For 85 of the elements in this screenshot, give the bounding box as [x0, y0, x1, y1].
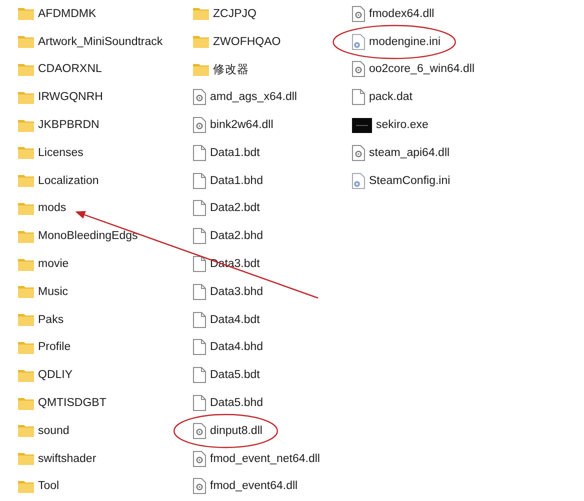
file-name[interactable]: Tool: [38, 480, 60, 492]
file-name[interactable]: ZCJPJQ: [213, 8, 256, 20]
file-name[interactable]: MonoBleedingEdgs: [38, 230, 138, 242]
folder-icon: [18, 313, 34, 326]
file-name[interactable]: pack.dat: [369, 91, 412, 104]
document-icon: [193, 144, 206, 161]
file-name[interactable]: CDAORXNL: [38, 63, 102, 76]
folder-icon: [18, 285, 34, 298]
file-name[interactable]: AFDMDMK: [38, 8, 96, 20]
file-name[interactable]: steam_api64.dll: [369, 146, 450, 159]
document-icon: [193, 200, 206, 216]
document-icon: [193, 395, 206, 412]
file-name[interactable]: Data1.bdt: [210, 146, 260, 159]
file-name[interactable]: Data4.bhd: [210, 341, 264, 354]
document-icon: [193, 172, 206, 189]
gear-document-icon: [193, 422, 206, 439]
file-name[interactable]: Data3.bhd: [210, 286, 264, 298]
file-name[interactable]: sekiro.exe: [376, 119, 428, 132]
settings-document-icon: [352, 34, 365, 50]
file-name[interactable]: Data5.bhd: [210, 397, 264, 410]
document-icon: [193, 339, 206, 356]
gear-document-icon: [352, 6, 365, 22]
folder-icon: [18, 480, 34, 493]
file-name[interactable]: sound: [38, 424, 70, 437]
file-name[interactable]: dinput8.dll: [210, 424, 262, 437]
file-name[interactable]: oo2core_6_win64.dll: [369, 63, 474, 76]
file-name[interactable]: Data2.bhd: [210, 230, 264, 242]
gear-document-icon: [352, 61, 365, 78]
folder-icon: [18, 146, 34, 160]
document-icon: [193, 367, 206, 384]
document-icon: [352, 89, 365, 106]
document-icon: [193, 284, 206, 300]
file-name[interactable]: Data1.bhd: [210, 174, 264, 187]
folder-icon: [18, 258, 34, 271]
file-name[interactable]: JKBPBRDN: [38, 119, 100, 132]
folder-icon: [18, 174, 34, 188]
file-name[interactable]: bink2w64.dll: [210, 119, 274, 132]
file-name[interactable]: Music: [38, 286, 68, 298]
gear-document-icon: [193, 478, 206, 494]
folder-icon: [18, 368, 34, 382]
folder-icon: [193, 35, 209, 48]
folder-icon: [18, 396, 34, 410]
file-name[interactable]: mods: [38, 202, 66, 214]
file-name[interactable]: Data5.bdt: [210, 369, 260, 382]
gear-document-icon: [193, 450, 206, 467]
file-name[interactable]: SteamConfig.ini: [369, 174, 450, 187]
file-name[interactable]: fmod_event_net64.dll: [210, 452, 320, 465]
document-icon: [193, 256, 206, 272]
folder-icon: [18, 230, 34, 243]
folder-icon: [18, 7, 34, 20]
file-name[interactable]: Profile: [38, 341, 71, 354]
file-name[interactable]: movie: [38, 258, 69, 270]
folder-icon: [18, 90, 34, 104]
file-name[interactable]: Data2.bdt: [210, 202, 260, 214]
file-name[interactable]: Data4.bdt: [210, 314, 260, 326]
file-name[interactable]: QDLIY: [38, 369, 73, 382]
gear-document-icon: [193, 89, 206, 106]
folder-icon: [18, 35, 34, 48]
folder-icon: [18, 424, 34, 438]
folder-icon: [18, 202, 34, 215]
settings-document-icon: [352, 172, 365, 189]
file-name[interactable]: IRWGQNRH: [38, 91, 103, 104]
file-name[interactable]: ZWOFHQAO: [213, 36, 281, 48]
folder-icon: [193, 7, 209, 20]
file-name[interactable]: Localization: [38, 174, 99, 187]
folder-icon: [18, 340, 34, 354]
file-name[interactable]: modengine.ini: [369, 36, 441, 48]
gear-document-icon: [352, 144, 365, 161]
file-name[interactable]: Licenses: [38, 146, 84, 159]
folder-icon: [18, 62, 34, 76]
file-name[interactable]: swiftshader: [38, 452, 96, 465]
folder-icon: [193, 62, 209, 76]
file-name[interactable]: Artwork_MiniSoundtrack: [38, 36, 163, 48]
gear-document-icon: [193, 117, 206, 134]
file-name[interactable]: QMTISDGBT: [38, 397, 106, 410]
document-icon: [193, 228, 206, 244]
application-icon: [352, 118, 372, 133]
folder-icon: [18, 452, 34, 466]
file-name[interactable]: fmodex64.dll: [369, 8, 434, 20]
document-icon: [193, 312, 206, 328]
file-name[interactable]: amd_ags_x64.dll: [210, 91, 297, 104]
file-name[interactable]: Paks: [38, 314, 64, 326]
folder-icon: [18, 118, 34, 132]
file-name[interactable]: fmod_event64.dll: [210, 480, 298, 492]
file-name[interactable]: 修改器: [213, 62, 249, 77]
